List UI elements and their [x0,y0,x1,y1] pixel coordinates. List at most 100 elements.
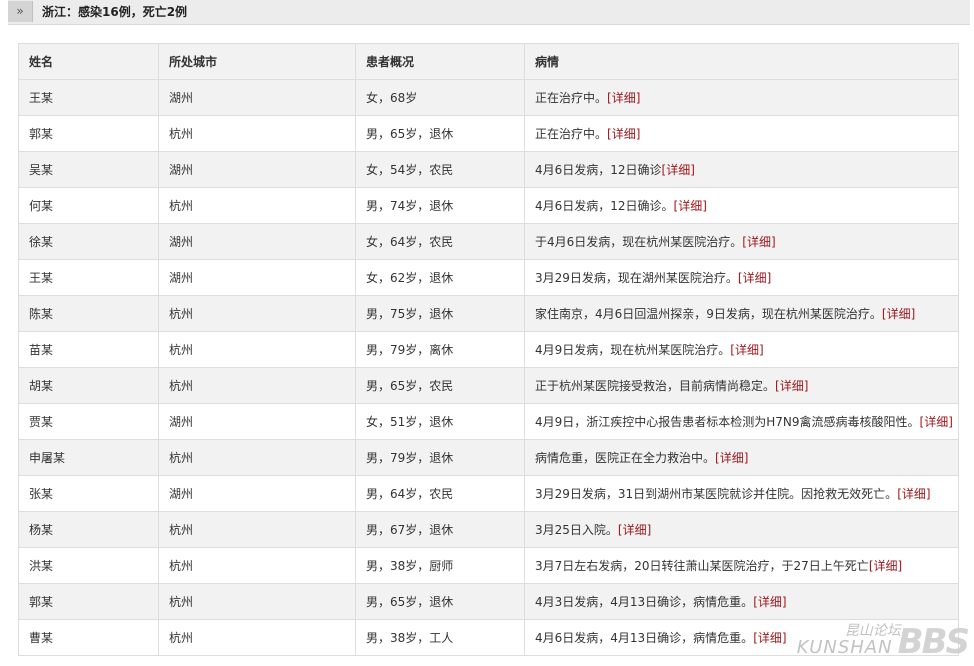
detail-link[interactable]: [详细] [775,379,808,393]
table-row: 郭某 杭州 男，65岁，退休 4月3日发病，4月13日确诊，病情危重。[详细] [18,583,959,620]
condition-text: 4月9日发病，现在杭州某医院治疗。 [535,343,731,357]
cell-condition: 3月25日入院。[详细] [524,511,959,548]
cell-profile: 男，38岁，厨师 [355,547,525,584]
cell-city: 杭州 [158,115,356,152]
condition-text: 4月6日发病，12日确诊。 [535,199,674,213]
cell-city: 湖州 [158,79,356,116]
cell-condition: 4月3日发病，4月13日确诊，病情危重。[详细] [524,583,959,620]
cell-condition: 3月7日左右发病，20日转往萧山某医院治疗，于27日上午死亡[详细] [524,547,959,584]
condition-text: 3月29日发病，现在湖州某医院治疗。 [535,271,738,285]
cell-name: 张某 [18,475,159,512]
cell-name: 杨某 [18,511,159,548]
condition-text: 正于杭州某医院接受救治，目前病情尚稳定。 [535,379,776,393]
cell-city: 湖州 [158,403,356,440]
detail-link[interactable]: [详细] [897,487,930,501]
watermark-en: KUNSHAN [796,637,893,658]
cell-name: 申屠某 [18,439,159,476]
cell-city: 湖州 [158,223,356,260]
table-row: 徐某 湖州 女，64岁，农民 于4月6日发病，现在杭州某医院治疗。[详细] [18,223,959,260]
cell-condition: 3月29日发病，现在湖州某医院治疗。[详细] [524,259,959,296]
condition-text: 4月6日发病，12日确诊 [535,163,662,177]
detail-link[interactable]: [详细] [618,523,651,537]
cell-profile: 男，38岁，工人 [355,619,525,656]
condition-text: 正在治疗中。 [535,127,608,141]
condition-text: 家住南京，4月6日回温州探亲，9日发病，现在杭州某医院治疗。 [535,307,882,321]
detail-link[interactable]: [详细] [607,127,640,141]
detail-link[interactable]: [详细] [738,271,771,285]
detail-link[interactable]: [详细] [882,307,915,321]
table-row: 郭某 杭州 男，65岁，退休 正在治疗中。[详细] [18,115,959,152]
condition-text: 3月29日发病，31日到湖州市某医院就诊并住院。因抢救无效死亡。 [535,487,898,501]
cell-condition: 4月6日发病，12日确诊[详细] [524,151,959,188]
condition-text: 4月3日发病，4月13日确诊，病情危重。 [535,595,754,609]
cell-name: 郭某 [18,115,159,152]
cell-profile: 男，65岁，农民 [355,367,525,404]
cell-profile: 女，54岁，农民 [355,151,525,188]
table-row: 申屠某 杭州 男，79岁，退休 病情危重，医院正在全力救治中。[详细] [18,439,959,476]
detail-link[interactable]: [详细] [730,343,763,357]
condition-text: 4月6日发病，4月13日确诊，病情危重。 [535,631,754,645]
cell-city: 湖州 [158,151,356,188]
cell-condition: 正在治疗中。[详细] [524,79,959,116]
table-row: 吴某 湖州 女，54岁，农民 4月6日发病，12日确诊[详细] [18,151,959,188]
cell-name: 徐某 [18,223,159,260]
column-header-name: 姓名 [18,43,159,80]
cell-profile: 女，68岁 [355,79,525,116]
cell-profile: 男，65岁，退休 [355,115,525,152]
detail-link[interactable]: [详细] [869,559,902,573]
watermark-cn: 昆山论坛 [844,623,901,639]
column-header-condition: 病情 [524,43,959,80]
cell-profile: 男，79岁，退休 [355,439,525,476]
cell-name: 洪某 [18,547,159,584]
cell-profile: 女，62岁，退休 [355,259,525,296]
table-row: 贾某 湖州 女，51岁，退休 4月9日，浙江疾控中心报告患者标本检测为H7N9禽流感病… [18,403,959,440]
cell-city: 杭州 [158,295,356,332]
table-row: 王某 湖州 女，62岁，退休 3月29日发病，现在湖州某医院治疗。[详细] [18,259,959,296]
cell-name: 胡某 [18,367,159,404]
cell-profile: 男，65岁，退休 [355,583,525,620]
cell-name: 郭某 [18,583,159,620]
detail-link[interactable]: [详细] [920,415,953,429]
cell-profile: 男，75岁，退休 [355,295,525,332]
detail-link[interactable]: [详细] [742,235,775,249]
table-row: 何某 杭州 男，74岁，退休 4月6日发病，12日确诊。[详细] [18,187,959,224]
cell-name: 曹某 [18,619,159,656]
cell-name: 贾某 [18,403,159,440]
cell-condition: 4月6日发病，12日确诊。[详细] [524,187,959,224]
cell-condition: 家住南京，4月6日回温州探亲，9日发病，现在杭州某医院治疗。[详细] [524,295,959,332]
cell-profile: 男，74岁，退休 [355,187,525,224]
table-header-row: 姓名 所处城市 患者概况 病情 [18,43,959,80]
detail-link[interactable]: [详细] [753,595,786,609]
detail-link[interactable]: [详细] [674,199,707,213]
cell-profile: 女，64岁，农民 [355,223,525,260]
cell-name: 王某 [18,79,159,116]
table-row: 张某 湖州 男，64岁，农民 3月29日发病，31日到湖州市某医院就诊并住院。因抢救无… [18,475,959,512]
table-row: 胡某 杭州 男，65岁，农民 正于杭州某医院接受救治，目前病情尚稳定。[详细] [18,367,959,404]
cell-condition: 于4月6日发病，现在杭州某医院治疗。[详细] [524,223,959,260]
cell-name: 苗某 [18,331,159,368]
table-row: 陈某 杭州 男，75岁，退休 家住南京，4月6日回温州探亲，9日发病，现在杭州某医院治… [18,295,959,332]
cell-city: 湖州 [158,259,356,296]
detail-link[interactable]: [详细] [715,451,748,465]
detail-link[interactable]: [详细] [753,631,786,645]
cell-condition: 病情危重，医院正在全力救治中。[详细] [524,439,959,476]
cell-profile: 男，79岁，离休 [355,331,525,368]
cases-table: 姓名 所处城市 患者概况 病情 王某 湖州 女，68岁 正在治疗中。[详细] 郭某 杭州男… [18,43,959,656]
cell-city: 杭州 [158,583,356,620]
cell-profile: 女，51岁，退休 [355,403,525,440]
condition-text: 3月25日入院。 [535,523,618,537]
cell-condition: 正在治疗中。[详细] [524,115,959,152]
detail-link[interactable]: [详细] [607,91,640,105]
cell-condition: 4月9日发病，现在杭州某医院治疗。[详细] [524,331,959,368]
cell-condition: 3月29日发病，31日到湖州市某医院就诊并住院。因抢救无效死亡。[详细] [524,475,959,512]
table-row: 王某 湖州 女，68岁 正在治疗中。[详细] [18,79,959,116]
section-header: » 浙江：感染16例，死亡2例 [8,0,970,25]
condition-text: 于4月6日发病，现在杭州某医院治疗。 [535,235,743,249]
cell-city: 杭州 [158,619,356,656]
detail-link[interactable]: [详细] [662,163,695,177]
expand-toggle-icon[interactable]: » [8,1,33,22]
cell-profile: 男，67岁，退休 [355,511,525,548]
cell-name: 何某 [18,187,159,224]
cell-city: 杭州 [158,439,356,476]
cell-city: 杭州 [158,331,356,368]
